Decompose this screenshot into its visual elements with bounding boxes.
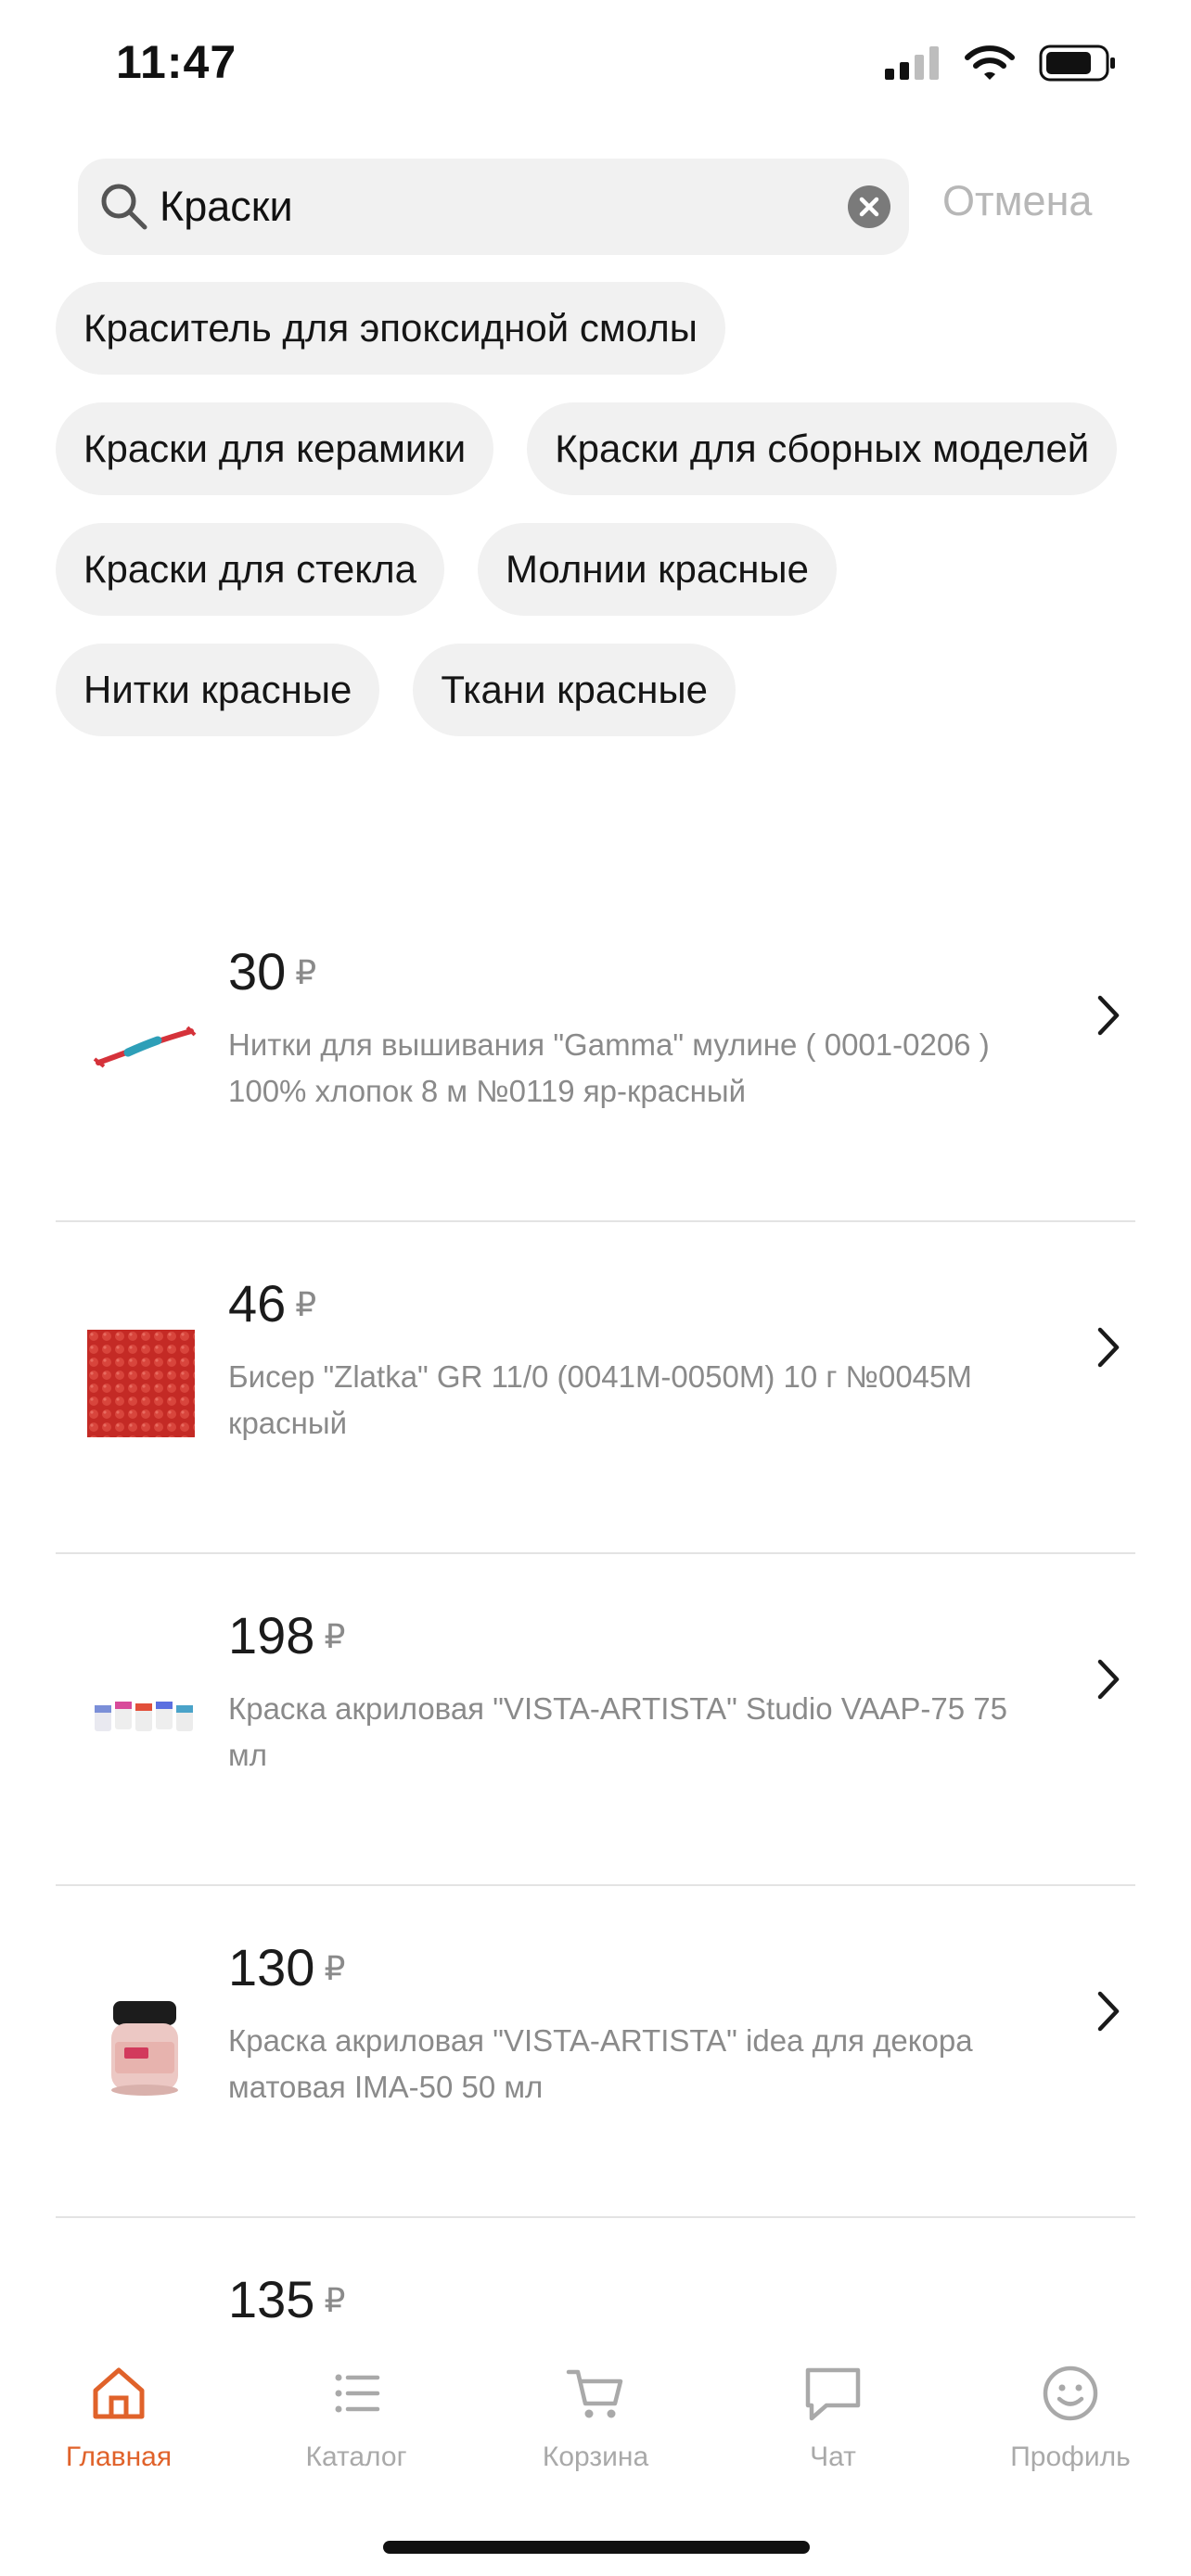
home-icon bbox=[93, 2367, 145, 2419]
suggestion-chip[interactable]: Нитки красные bbox=[56, 644, 380, 736]
battery-icon bbox=[1039, 45, 1115, 82]
price-value: 130 bbox=[228, 1938, 315, 1996]
cancel-button[interactable]: Отмена bbox=[942, 177, 1092, 225]
currency-symbol: ₽ bbox=[295, 1285, 317, 1323]
product-title: Нитки для вышивания "Gamma" мулине ( 000… bbox=[228, 1027, 990, 1108]
suggestion-chip[interactable]: Молнии красные bbox=[477, 523, 837, 616]
suggestion-chip[interactable]: Краски для сборных моделей bbox=[527, 402, 1118, 495]
tab-cart[interactable]: Корзина bbox=[493, 2363, 698, 2473]
product-thumbnail bbox=[87, 1330, 195, 1437]
currency-symbol: ₽ bbox=[295, 953, 317, 991]
price-value: 198 bbox=[228, 1606, 315, 1664]
product-price: 46 ₽ bbox=[228, 1273, 316, 1333]
currency-symbol: ₽ bbox=[324, 2281, 346, 2319]
product-price: 198 ₽ bbox=[228, 1605, 345, 1665]
status-time: 11:47 bbox=[116, 36, 237, 88]
search-suggestions: Краситель для эпоксидной смолы Краски дл… bbox=[56, 282, 1150, 736]
catalog-icon bbox=[335, 2374, 380, 2413]
tab-catalog[interactable]: Каталог bbox=[254, 2363, 458, 2473]
tab-label: Главная bbox=[65, 2442, 173, 2472]
chevron-right-icon bbox=[1097, 995, 1120, 1036]
product-item[interactable]: 30 ₽ Нитки для вышивания "Gamma" мулине (… bbox=[56, 890, 1135, 1222]
status-bar: 11:47 bbox=[0, 0, 1191, 139]
product-item[interactable]: 46 ₽ Бисер "Zlatka" GR 11/0 (0041M-0050M)… bbox=[56, 1222, 1135, 1554]
wifi-icon bbox=[965, 45, 1015, 80]
search-bar[interactable] bbox=[78, 159, 909, 255]
tab-label: Чат bbox=[810, 2442, 856, 2472]
product-list: 30 ₽ Нитки для вышивания "Gamma" мулине (… bbox=[56, 890, 1135, 2550]
suggestion-chip[interactable]: Краски для керамики bbox=[56, 402, 494, 495]
tab-label: Профиль bbox=[1010, 2442, 1131, 2472]
product-price: 130 ₽ bbox=[228, 1937, 345, 1997]
suggestion-chip[interactable]: Краски для стекла bbox=[56, 523, 444, 616]
chevron-right-icon bbox=[1097, 1991, 1120, 2032]
home-indicator[interactable] bbox=[383, 2541, 810, 2554]
tab-chat[interactable]: Чат bbox=[731, 2363, 935, 2473]
price-value: 135 bbox=[228, 2270, 315, 2328]
price-value: 30 bbox=[228, 942, 287, 1001]
product-item[interactable]: 130 ₽ Краска акриловая "VISTA-ARTISTA" id… bbox=[56, 1886, 1135, 2218]
product-price: 30 ₽ bbox=[228, 941, 316, 1001]
suggestion-chip[interactable]: Краситель для эпоксидной смолы bbox=[56, 282, 725, 375]
search-input[interactable] bbox=[160, 159, 809, 255]
product-title: Бисер "Zlatka" GR 11/0 (0041M-0050M) 10 … bbox=[228, 1359, 972, 1440]
tab-label: Каталог bbox=[305, 2442, 407, 2472]
cellular-signal-icon bbox=[885, 46, 939, 80]
currency-symbol: ₽ bbox=[324, 1617, 346, 1655]
chevron-right-icon bbox=[1097, 1659, 1120, 1700]
chat-icon bbox=[805, 2367, 861, 2421]
chevron-right-icon bbox=[1097, 1327, 1120, 1368]
status-icons bbox=[885, 45, 1117, 82]
product-title: Краска акриловая "VISTA-ARTISTA" Studio … bbox=[228, 1691, 1007, 1772]
product-title: Краска акриловая "VISTA-ARTISTA" idea дл… bbox=[228, 2023, 973, 2104]
product-thumbnail bbox=[95, 1702, 193, 1731]
price-value: 46 bbox=[228, 1274, 287, 1333]
tab-label: Корзина bbox=[542, 2442, 649, 2472]
product-thumbnail bbox=[111, 2001, 178, 2096]
clear-search-icon[interactable] bbox=[848, 185, 890, 228]
profile-icon bbox=[1043, 2366, 1098, 2421]
suggestion-chip[interactable]: Ткани красные bbox=[413, 644, 736, 736]
cart-icon bbox=[566, 2369, 623, 2418]
product-thumbnail bbox=[93, 1026, 197, 1068]
product-item[interactable]: 198 ₽ Краска акриловая "VISTA-ARTISTA" St… bbox=[56, 1554, 1135, 1886]
tab-home[interactable]: Главная bbox=[17, 2363, 221, 2473]
tab-profile[interactable]: Профиль bbox=[968, 2363, 1172, 2473]
product-price: 135 ₽ bbox=[228, 2269, 345, 2329]
search-icon bbox=[101, 184, 147, 230]
currency-symbol: ₽ bbox=[324, 1949, 346, 1987]
